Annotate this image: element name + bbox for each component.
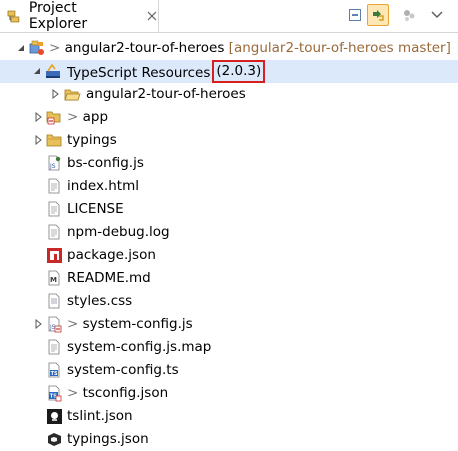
focus-icon <box>404 10 415 21</box>
chevron-down-icon <box>431 11 443 18</box>
js-file-icon: JS <box>48 155 61 171</box>
project-name: angular2-tour-of-heroes <box>64 40 225 56</box>
svg-text:TS: TS <box>51 371 58 377</box>
link-with-editor-button[interactable] <box>367 4 389 26</box>
system-config-js-label: > system-config.js <box>67 315 193 334</box>
view-tab-bar: Project Explorer <box>0 0 458 33</box>
tsconfig-file-icon: TS <box>48 385 62 402</box>
collapsed-twisty-icon[interactable] <box>33 319 43 329</box>
system-config-js-name: system-config.js <box>82 316 193 332</box>
app-prefix: > <box>67 109 79 125</box>
tsconfig-label: > tsconfig.json <box>67 384 168 403</box>
tree-row-license[interactable]: LICENSE <box>0 198 458 221</box>
tree-row-readme[interactable]: M README.md <box>0 267 458 290</box>
tsconfig-prefix: > <box>67 385 79 401</box>
typescript-project-label: angular2-tour-of-heroes <box>86 86 246 102</box>
svg-text:JS: JS <box>49 163 56 170</box>
folder-open-icon <box>64 89 81 101</box>
styles-css-label: styles.css <box>67 293 133 309</box>
project-prefix: > <box>49 40 61 56</box>
typings-file-icon <box>48 433 61 446</box>
svg-text:M: M <box>50 276 57 284</box>
license-label: LICENSE <box>67 201 124 217</box>
system-config-map-label: system-config.js.map <box>67 339 212 355</box>
focus-button[interactable] <box>398 4 420 26</box>
readme-label: README.md <box>67 270 151 286</box>
tree-row-project[interactable]: > angular2-tour-of-heroes [angular2-tour… <box>0 37 458 60</box>
system-config-js-prefix: > <box>67 316 79 332</box>
expanded-twisty-icon[interactable] <box>32 66 42 76</box>
tree-row-system-config-ts[interactable]: TS system-config.ts <box>0 359 458 382</box>
tree-row-npm-debug[interactable]: npm-debug.log <box>0 221 458 244</box>
typescript-version: (2.0.3) <box>212 60 266 83</box>
tree-row-styles-css[interactable]: styles.css <box>0 290 458 313</box>
app-name: app <box>82 109 109 125</box>
expanded-twisty-icon[interactable] <box>16 43 26 53</box>
project-explorer-icon <box>7 10 20 23</box>
project-label: > angular2-tour-of-heroes [angular2-tour… <box>49 39 451 58</box>
file-icon <box>48 201 60 217</box>
ts-file-icon: TS <box>48 362 60 378</box>
tree-row-typescript-resources[interactable]: TypeScript Resources (2.0.3) <box>0 60 458 83</box>
view-toolbar <box>344 4 454 28</box>
file-icon <box>48 178 60 194</box>
file-icon <box>48 224 60 240</box>
npm-debug-label: npm-debug.log <box>67 224 170 240</box>
link-with-editor-icon <box>373 10 384 21</box>
typings-label: typings <box>67 132 117 148</box>
tree-row-system-config-map[interactable]: system-config.js.map <box>0 336 458 359</box>
project-explorer-tab[interactable]: Project Explorer <box>0 0 159 32</box>
tree-row-system-config-js[interactable]: JS > system-config.js <box>0 313 458 336</box>
npm-file-icon <box>47 248 62 263</box>
package-json-label: package.json <box>67 247 156 263</box>
tree-row-package-json[interactable]: package.json <box>0 244 458 267</box>
folder-icon <box>46 111 61 125</box>
typings-json-label: typings.json <box>67 431 149 447</box>
typescript-resources-label: TypeScript Resources (2.0.3) <box>67 60 266 85</box>
tsconfig-name: tsconfig.json <box>82 385 169 401</box>
typescript-resources-text: TypeScript Resources <box>67 65 211 81</box>
system-config-ts-label: system-config.ts <box>67 362 179 378</box>
collapsed-twisty-icon[interactable] <box>33 112 43 122</box>
index-html-label: index.html <box>67 178 139 194</box>
file-icon <box>48 339 60 355</box>
tree-row-typescript-project[interactable]: angular2-tour-of-heroes <box>0 83 458 106</box>
tree-row-tsconfig[interactable]: TS > tsconfig.json <box>0 382 458 405</box>
tree-row-index-html[interactable]: index.html <box>0 175 458 198</box>
collapsed-twisty-icon[interactable] <box>33 135 43 145</box>
tslint-label: tslint.json <box>67 408 133 424</box>
folder-icon <box>46 134 62 147</box>
css-file-icon <box>48 293 60 309</box>
tree-row-typings[interactable]: typings <box>0 129 458 152</box>
view-title: Project Explorer <box>28 0 88 32</box>
typescript-resources-icon <box>46 63 60 78</box>
project-icon <box>29 40 44 55</box>
tslint-file-icon <box>47 409 62 424</box>
js-file-icon: JS <box>48 316 62 333</box>
tree-row-typings-json[interactable]: typings.json <box>0 428 458 451</box>
bs-config-label: bs-config.js <box>67 155 144 171</box>
tree-row-app[interactable]: > app <box>0 106 458 129</box>
git-branch-decoration: [angular2-tour-of-heroes master] <box>228 40 451 56</box>
tree-row-tslint[interactable]: tslint.json <box>0 405 458 428</box>
markdown-file-icon: M <box>48 270 60 286</box>
app-label: > app <box>67 108 108 127</box>
view-menu-button[interactable] <box>426 4 448 26</box>
collapse-all-icon <box>349 9 361 21</box>
close-icon[interactable] <box>146 10 158 22</box>
tree-row-bs-config[interactable]: JS bs-config.js <box>0 152 458 175</box>
collapsed-twisty-icon[interactable] <box>50 89 60 99</box>
collapse-all-button[interactable] <box>344 4 366 26</box>
